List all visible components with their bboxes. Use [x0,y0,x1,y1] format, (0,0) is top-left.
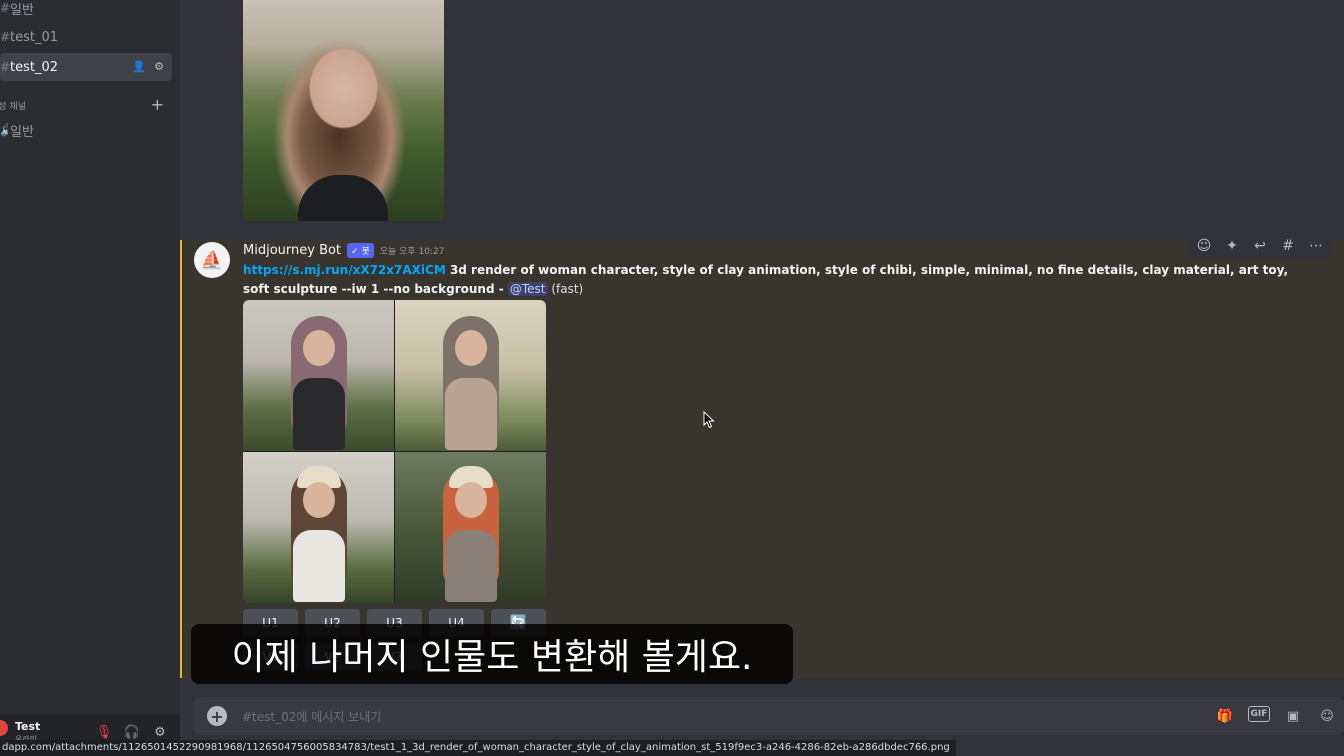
headphones-icon[interactable]: 🎧 [124,724,140,740]
user-name: Test [15,720,41,733]
bot-avatar[interactable]: ⛵ [194,242,230,278]
prompt-link[interactable]: https://s.mj.run/xX72x7AXiCM [243,263,446,277]
gear-icon[interactable]: ⚙ [152,59,166,73]
emoji-icon[interactable]: ☺ [1316,706,1338,726]
message-timestamp: 오늘 오후 10:27 [379,247,445,257]
voice-category-header[interactable]: 음성 채널 + [0,95,172,114]
gift-icon[interactable]: 🎁 [1214,706,1236,726]
previous-message-image[interactable] [243,0,444,221]
hash-icon: # [0,60,10,74]
figure-face [455,330,487,366]
thread-icon[interactable]: # [1278,236,1298,256]
figure-face [303,330,335,366]
speaker-icon: 🔊 [0,123,8,137]
mouse-cursor-icon [703,411,715,429]
add-reaction-icon[interactable]: ☺ [1194,236,1214,256]
channel-item-general[interactable]: # 일반 [0,0,172,22]
sticker-icon[interactable]: ▣ [1282,706,1304,726]
more-icon[interactable]: ⋯ [1306,236,1326,256]
user-panel: Test 온라인 🎙 🎧 ⚙ [0,714,180,744]
figure-body [445,378,497,450]
message-actions: ☺ ✦ ↩ # ⋯ [1188,232,1332,260]
figure-body [293,530,345,602]
reply-icon[interactable]: ↩ [1250,236,1270,256]
channel-label: 일반 [10,2,34,18]
channel-label: 일반 [10,124,34,140]
add-attachment-icon[interactable]: + [207,706,227,726]
figure-face [303,482,335,518]
grid-image-4 [395,452,546,603]
hash-icon: # [0,30,10,44]
video-subtitle: 이제 나머지 인물도 변환해 볼게요. [191,624,793,684]
speed-label: (fast) [547,282,584,296]
gear-icon[interactable]: ⚙ [152,724,168,740]
channel-label: test_01 [10,29,59,45]
grid-image-1 [243,300,394,451]
channel-item-test-01[interactable]: # test_01 [0,23,172,51]
add-channel-icon[interactable]: + [151,95,164,114]
bot-message: ☺ ✦ ↩ # ⋯ ⛵ Midjourney Bot ✓ 봇 오늘 오후 10:… [180,232,1344,678]
super-reaction-icon[interactable]: ✦ [1222,236,1242,256]
bot-badge: ✓ 봇 [347,243,374,258]
grid-image-3 [243,452,394,603]
gif-icon[interactable]: GIF [1248,706,1270,722]
author-name[interactable]: Midjourney Bot [243,243,341,258]
microphone-muted-icon[interactable]: 🎙 [96,724,113,740]
figure-body [293,378,345,450]
invite-member-icon[interactable]: 👤 [132,59,146,73]
generated-image-grid[interactable] [243,300,546,603]
channel-item-test-02[interactable]: # test_02 👤 ⚙ [0,53,172,81]
hash-icon: # [0,1,10,15]
voice-channel-general[interactable]: 🔊 일반 [0,116,172,144]
avatar[interactable] [0,720,8,736]
channel-label: test_02 [10,59,59,75]
channel-sidebar: # 일반 # test_01 # test_02 👤 ⚙ 음성 채널 + 🔊 일… [0,0,180,756]
portrait-shirt [298,175,388,221]
link-preview-url: dapp.com/attachments/1126501452290981968… [0,740,956,756]
figure-body [445,530,497,602]
figure-face [455,482,487,518]
composer-placeholder: #test_02에 메시지 보내기 [242,710,382,724]
grid-image-2 [395,300,546,451]
category-label: 음성 채널 [0,101,26,112]
message-composer[interactable]: + #test_02에 메시지 보내기 🎁 GIF ▣ ☺ [193,697,1344,735]
message-content: https://s.mj.run/xX72x7AXiCM 3d render o… [243,261,1313,299]
user-mention[interactable]: @Test [507,282,548,296]
